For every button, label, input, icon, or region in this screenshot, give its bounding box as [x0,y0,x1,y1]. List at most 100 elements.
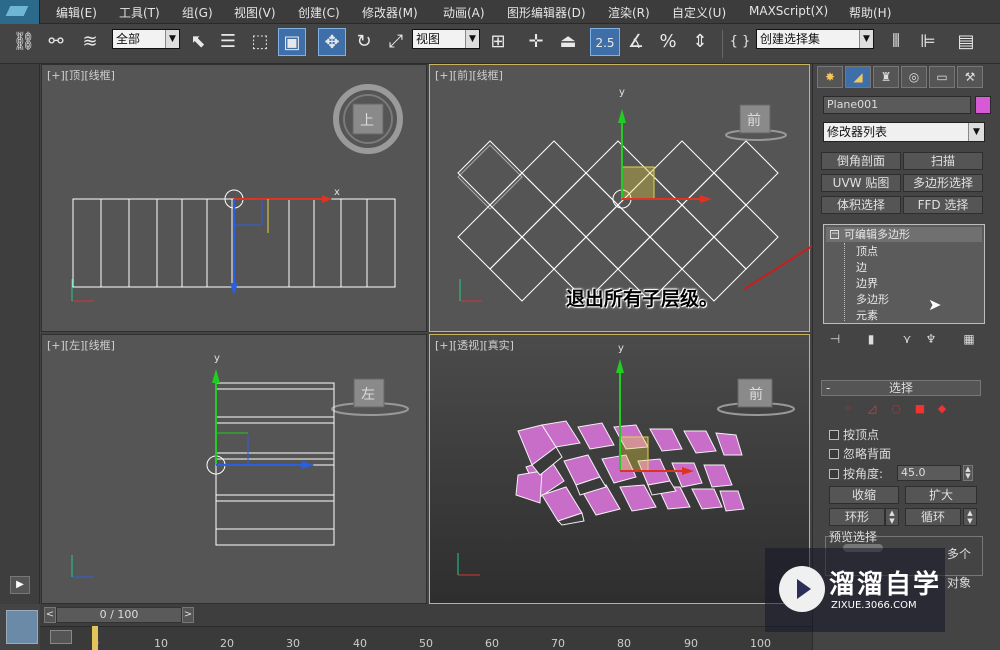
menu-create[interactable]: 创建(C) [298,4,340,21]
expand-arrow-icon[interactable]: ▶ [10,576,30,594]
menu-tools[interactable]: 工具(T) [119,4,160,21]
ignore-backfacing-checkbox[interactable]: 忽略背面 [829,445,891,462]
rotate-icon[interactable]: ↻ [350,28,378,56]
named-selection-dropdown[interactable]: 创建选择集 ▼ [756,29,874,49]
stack-border[interactable]: 边界 [856,275,878,291]
ffd-select-button[interactable]: FFD 选择 [903,196,983,214]
poly-select-button[interactable]: 多边形选择 [903,174,983,192]
viewcube-persp-face: 前 [749,386,763,403]
modify-tab-icon[interactable]: ◢ [845,66,871,88]
angle-spinner-icon[interactable]: ▲ ▼ [963,465,973,481]
selection-rollout-header[interactable]: - 选择 [821,380,981,396]
layer-manager-icon[interactable]: ▤ [952,28,980,56]
menu-rendering[interactable]: 渲染(R) [608,4,650,21]
menu-help[interactable]: 帮助(H) [849,4,891,21]
bind-spacewarp-icon[interactable]: ≋ [76,28,104,56]
shrink-button[interactable]: 收缩 [829,486,899,504]
track-bar-toggle-icon[interactable] [50,630,72,644]
move-icon[interactable]: ✥ [318,28,346,56]
edge-mode-icon[interactable]: ◿ [865,402,879,416]
menu-animation[interactable]: 动画(A) [443,4,485,21]
track-bar[interactable]: 0 10 20 30 40 50 60 70 80 90 100 [40,626,812,650]
time-slider[interactable]: 0 / 100 [56,607,182,623]
menu-graph-editors[interactable]: 图形编辑器(D) [507,4,586,21]
stack-vertex[interactable]: 顶点 [856,243,878,259]
object-color-swatch[interactable] [975,96,991,114]
front-wireframe [457,140,779,302]
select-manipulate-icon[interactable]: ✛ [522,28,550,56]
viewport-left[interactable]: [+][左][线框] 左 y [41,334,427,604]
snaps-toggle[interactable]: 2.5 [590,28,620,56]
link-icon[interactable]: ⛓ [10,28,38,56]
hierarchy-tab-icon[interactable]: ♜ [873,66,899,88]
app-logo-icon[interactable] [0,0,40,24]
pin-stack-icon[interactable]: ⊣ [827,332,843,348]
next-frame-icon[interactable]: > [182,607,194,623]
pivot-center-icon[interactable]: ⊞ [484,28,512,56]
window-crossing-icon[interactable]: ▣ [278,28,306,56]
by-vertex-checkbox[interactable]: 按顶点 [829,426,879,443]
checkbox-box[interactable] [829,430,839,440]
percent-snap-icon[interactable]: % [654,28,682,56]
menu-maxscript[interactable]: MAXScript(X) [749,4,828,18]
menu-edit[interactable]: 编辑(E) [56,4,97,21]
element-mode-icon[interactable]: ◆ [935,402,949,416]
menu-views[interactable]: 视图(V) [234,4,276,21]
object-name-field[interactable]: Plane001 [823,96,971,114]
prev-frame-icon[interactable]: < [44,607,56,623]
vol-select-button[interactable]: 体积选择 [821,196,901,214]
keyboard-shortcut-icon[interactable]: ⏏ [554,28,582,56]
configure-sets-icon[interactable]: ▦ [961,332,977,348]
grow-button[interactable]: 扩大 [905,486,977,504]
preview-multi-label: 多个 [947,547,972,561]
stack-element[interactable]: 元素 [856,307,878,323]
polygon-mode-icon[interactable]: ■ [913,402,927,416]
make-unique-icon[interactable]: ⋎ [899,332,915,348]
motion-tab-icon[interactable]: ◎ [901,66,927,88]
stack-editable-poly[interactable]: − 可编辑多边形 [826,227,982,242]
utilities-tab-icon[interactable]: ⚒ [957,66,983,88]
unlink-icon[interactable]: ⚯ [42,28,70,56]
uvw-map-button[interactable]: UVW 贴图 [821,174,901,192]
viewport-perspective[interactable]: [+][透视][真实] 前 y [429,334,810,604]
menu-modifiers[interactable]: 修改器(M) [362,4,418,21]
checkbox-box[interactable] [829,469,839,479]
viewport-top[interactable]: [+][顶][线框] 上 x [41,64,427,332]
select-by-name-icon[interactable]: ☰ [214,28,242,56]
main-toolbar: ⛓ ⚯ ≋ 全部 ▼ ⬉ ☰ ⬚ ▣ ✥ ↻ ⤢ 视图 ▼ ⊞ ✛ ⏏ 2.5 ∡ … [0,24,1000,64]
loop-spinner-icon[interactable]: ▲ ▼ [963,508,977,526]
show-end-result-icon[interactable]: ▮ [863,332,879,348]
selection-filter-dropdown[interactable]: 全部 ▼ [112,29,180,49]
stack-edge[interactable]: 边 [856,259,867,275]
mirror-icon[interactable]: ⫴ [882,28,910,56]
spinner-snap-icon[interactable]: ⇕ [686,28,714,56]
by-angle-checkbox[interactable]: 按角度: [829,465,883,482]
loop-button[interactable]: 循环 [905,508,961,526]
viewport-layout-icon[interactable] [6,610,38,644]
edit-named-selection-icon[interactable]: { } [726,28,754,56]
ring-button[interactable]: 环形 [829,508,885,526]
scale-icon[interactable]: ⤢ [382,28,410,56]
menu-group[interactable]: 组(G) [182,4,213,21]
ring-spinner-icon[interactable]: ▲ ▼ [885,508,899,526]
create-tab-icon[interactable]: ✸ [817,66,843,88]
remove-modifier-icon[interactable]: ♆ [923,332,939,348]
modifier-list-dropdown[interactable]: 修改器列表 ▼ [823,122,985,142]
stack-polygon[interactable]: 多边形 [856,291,889,307]
current-frame-marker[interactable] [92,626,98,650]
selection-filter-value: 全部 [116,32,141,46]
rect-selection-icon[interactable]: ⬚ [246,28,274,56]
select-object-icon[interactable]: ⬉ [184,28,212,56]
bevel-profile-button[interactable]: 倒角剖面 [821,152,901,170]
angle-input[interactable]: 45.0 [897,465,961,481]
vertex-mode-icon[interactable]: ⁘ [841,402,855,416]
collapse-icon[interactable]: − [830,230,839,239]
display-tab-icon[interactable]: ▭ [929,66,955,88]
menu-customize[interactable]: 自定义(U) [672,4,726,21]
sweep-button[interactable]: 扫描 [903,152,983,170]
checkbox-box[interactable] [829,449,839,459]
border-mode-icon[interactable]: ◌ [889,402,903,416]
angle-snap-icon[interactable]: ∡ [622,28,650,56]
align-icon[interactable]: ⊫ [914,28,942,56]
reference-coordinate-dropdown[interactable]: 视图 ▼ [412,29,480,49]
